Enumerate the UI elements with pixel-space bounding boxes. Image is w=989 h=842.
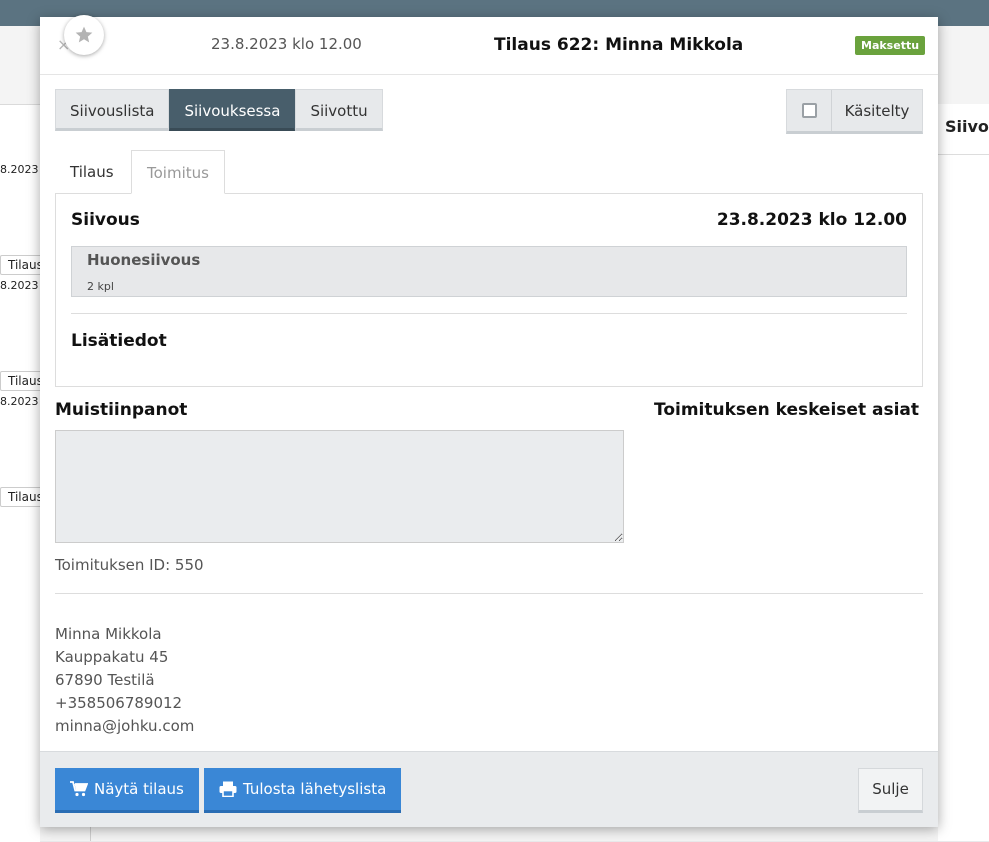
status-button-siivouksessa[interactable]: Siivouksessa <box>169 89 296 131</box>
customer-email: minna@johku.com <box>55 717 195 735</box>
service-section-title: Siivous <box>71 210 140 230</box>
divider <box>71 313 907 314</box>
show-order-label: Näytä tilaus <box>94 779 184 798</box>
delivery-panel: Siivous 23.8.2023 klo 12.00 Huonesiivous… <box>55 193 923 387</box>
key-points-title: Toimituksen keskeiset asiat <box>654 400 920 420</box>
customer-phone: +358506789012 <box>55 694 183 712</box>
divider <box>55 593 923 594</box>
customer-info: Minna Mikkola Kauppakatu 45 67890 Testil… <box>55 623 194 738</box>
background-right-column <box>938 104 989 841</box>
show-order-button[interactable]: Näytä tilaus <box>55 768 199 813</box>
header-date: 23.8.2023 klo 12.00 <box>211 35 362 53</box>
star-icon <box>74 25 94 45</box>
background-right-title: Siivot <box>945 117 989 136</box>
service-section-date: 23.8.2023 klo 12.00 <box>716 210 907 230</box>
background-bottom <box>40 826 938 841</box>
customer-city: 67890 Testilä <box>55 671 155 689</box>
status-button-siivouslista[interactable]: Siivouslista <box>55 89 170 131</box>
printer-icon <box>219 781 237 797</box>
status-button-siivottu[interactable]: Siivottu <box>295 89 383 131</box>
service-item: Huonesiivous 2 kpl <box>71 246 907 297</box>
extra-info-title: Lisätiedot <box>71 331 167 351</box>
background-divider <box>90 826 91 841</box>
print-list-button[interactable]: Tulosta lähetyslista <box>204 768 402 813</box>
checkbox-icon <box>801 103 817 118</box>
customer-name: Minna Mikkola <box>55 625 162 643</box>
print-list-label: Tulosta lähetyslista <box>243 779 387 798</box>
service-item-name: Huonesiivous <box>87 251 201 269</box>
status-button-group: Siivouslista Siivouksessa Siivottu <box>55 89 383 131</box>
customer-street: Kauppakatu 45 <box>55 648 169 666</box>
payment-status-badge: Maksettu <box>855 36 926 55</box>
notes-title: Muistiinpanot <box>55 400 188 420</box>
close-button[interactable]: Sulje <box>858 768 923 813</box>
cart-icon <box>70 781 88 797</box>
delivery-id: Toimituksen ID: 550 <box>55 556 204 574</box>
modal-footer: Näytä tilaus Tulosta lähetyslista Sulje <box>40 751 938 827</box>
service-item-quantity: 2 kpl <box>87 280 114 293</box>
handled-toggle-button[interactable]: Käsitelty <box>786 89 923 134</box>
handled-label: Käsitelty <box>844 102 910 120</box>
tab-bar: Tilaus Toimitus <box>55 150 923 194</box>
background-left-column: 8.2023 1 Tilaus 8.2023 1 Tilaus 8.2023 1… <box>0 104 49 842</box>
order-modal: × 23.8.2023 klo 12.00 Tilaus 622: Minna … <box>40 15 938 827</box>
tab-toimitus[interactable]: Toimitus <box>131 150 225 194</box>
favorite-button[interactable] <box>64 15 104 55</box>
tab-tilaus[interactable]: Tilaus <box>55 150 129 194</box>
modal-header: × 23.8.2023 klo 12.00 Tilaus 622: Minna … <box>40 17 938 75</box>
modal-title: Tilaus 622: Minna Mikkola <box>494 35 744 55</box>
notes-textarea[interactable] <box>55 430 624 543</box>
handled-checkbox[interactable] <box>787 90 832 131</box>
